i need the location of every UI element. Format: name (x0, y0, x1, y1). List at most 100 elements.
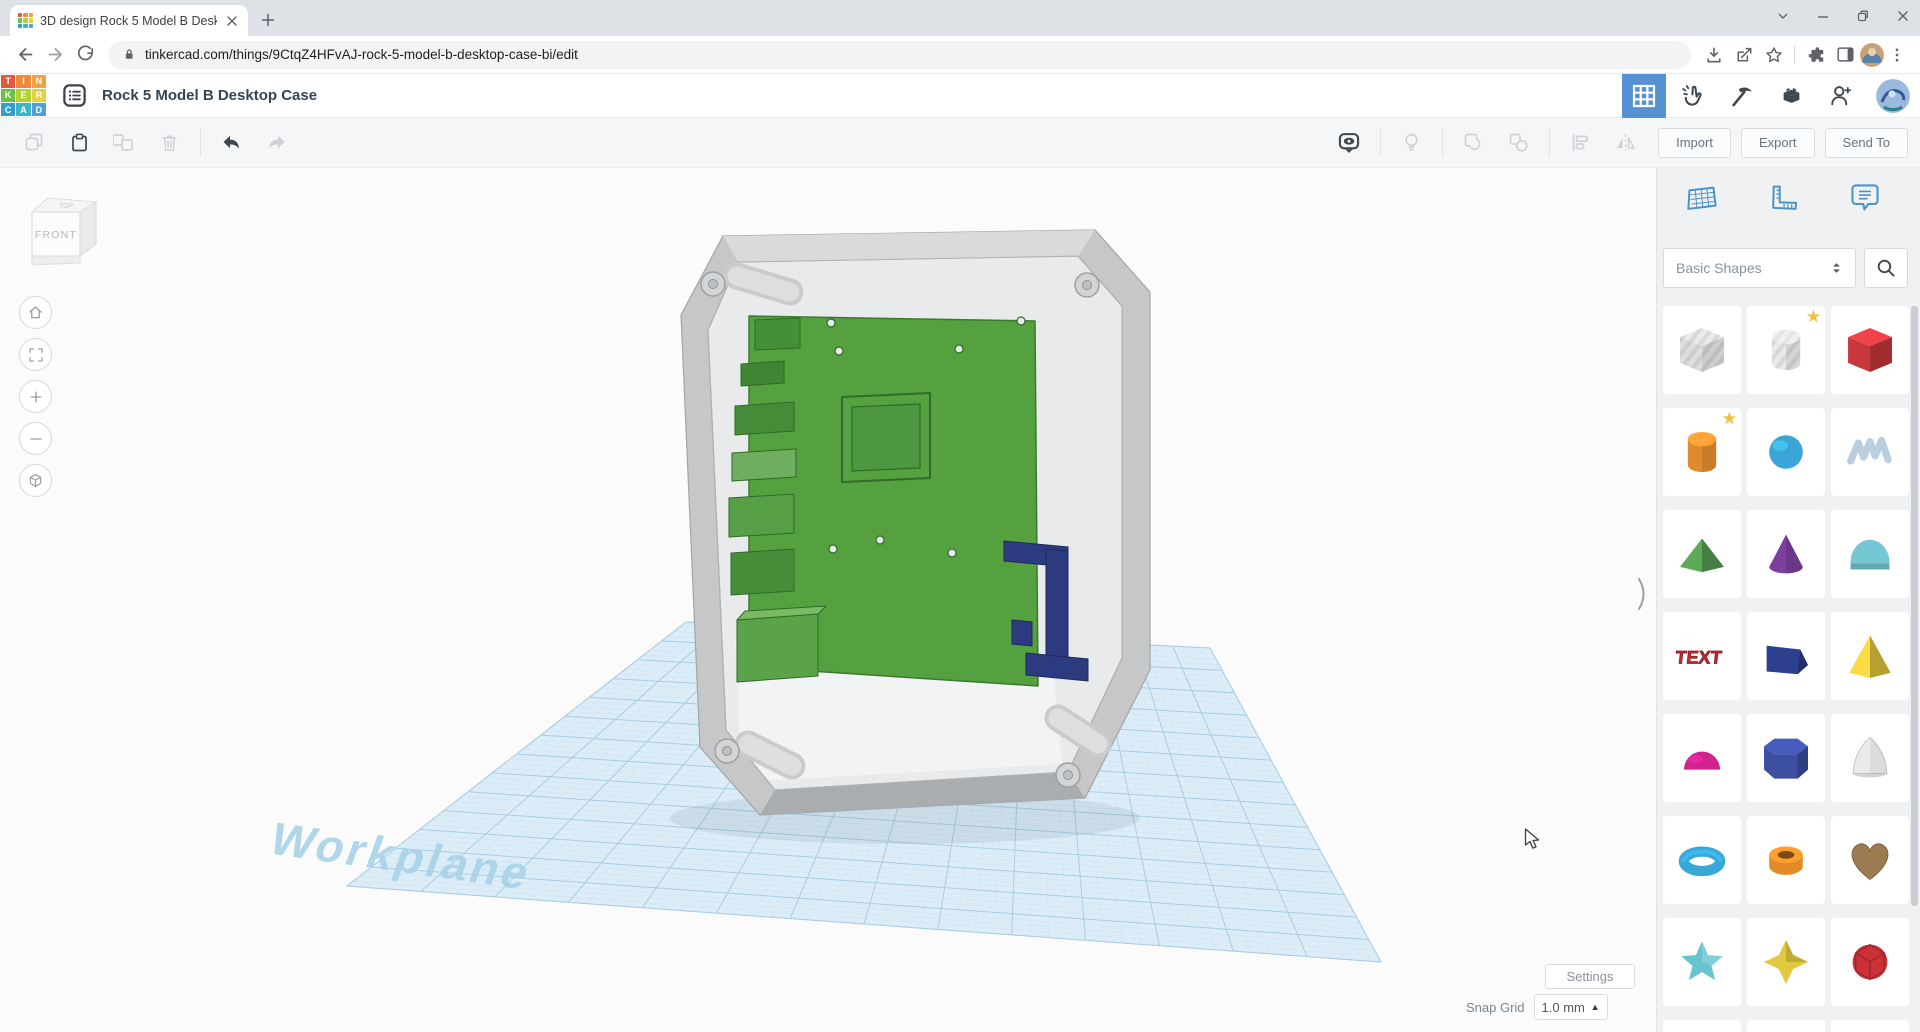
duplicate-icon[interactable] (113, 131, 136, 154)
group-icon[interactable] (1462, 131, 1485, 154)
fit-view-button[interactable] (19, 338, 52, 371)
export-button[interactable]: Export (1741, 128, 1815, 158)
sim-lab-icon[interactable] (1666, 74, 1716, 118)
align-icon[interactable] (1569, 131, 1592, 154)
workplane-tool-icon[interactable] (1684, 180, 1720, 216)
address-bar[interactable]: tinkercad.com/things/9CtqZ4HFvAJ-rock-5-… (108, 41, 1691, 69)
shape-tile-cube[interactable] (1663, 306, 1741, 394)
shape-tile-blank[interactable] (1747, 1020, 1825, 1032)
shape-tile-hexprism[interactable] (1747, 714, 1825, 802)
collaborate-person-icon[interactable] (1816, 74, 1866, 118)
shape-category-value: Basic Shapes (1676, 260, 1762, 276)
shape-category-dropdown[interactable]: Basic Shapes (1663, 248, 1856, 288)
bookmark-star-icon[interactable] (1759, 44, 1789, 66)
shape-thumb-icon (1671, 829, 1733, 891)
shape-tile-roof[interactable] (1663, 510, 1741, 598)
notes-tool-icon[interactable] (1847, 180, 1883, 216)
window-restore-icon[interactable] (1856, 9, 1870, 23)
shape-tile-cylinder[interactable]: ★ (1747, 306, 1825, 394)
share-icon[interactable] (1729, 44, 1759, 66)
3d-design-mode-button[interactable] (1622, 74, 1666, 118)
new-tab-button[interactable] (260, 12, 276, 28)
download-icon[interactable] (1699, 44, 1729, 66)
snap-grid-value: 1.0 mm (1542, 1000, 1585, 1015)
shape-tile-star5[interactable] (1663, 918, 1741, 1006)
shape-thumb-icon (1839, 829, 1901, 891)
zoom-in-button[interactable] (19, 380, 52, 413)
shape-thumb-icon (1755, 931, 1817, 993)
shape-tile-star4[interactable] (1747, 918, 1825, 1006)
shape-tile-scribble[interactable] (1831, 408, 1909, 496)
tinkercad-favicon-icon (18, 13, 33, 28)
mirror-icon[interactable] (1614, 131, 1637, 154)
shape-tile-blank[interactable] (1831, 1020, 1909, 1032)
browser-forward-icon[interactable] (40, 43, 70, 66)
shape-tile-halfsphere[interactable] (1663, 714, 1741, 802)
perspective-toggle-button[interactable] (19, 464, 52, 497)
shape-tile-tube[interactable] (1747, 816, 1825, 904)
shape-tile-text[interactable]: TEXT (1663, 612, 1741, 700)
browser-menu-dots-icon[interactable] (1884, 45, 1910, 65)
home-view-button[interactable] (19, 296, 52, 329)
shape-tile-sphere[interactable] (1747, 408, 1825, 496)
svg-text:TEXT: TEXT (1674, 648, 1722, 668)
snap-grid-select[interactable]: 1.0 mm ▲ (1534, 994, 1608, 1020)
shape-tile-cone[interactable] (1747, 510, 1825, 598)
ungroup-icon[interactable] (1507, 131, 1530, 154)
copy-icon[interactable] (23, 131, 46, 154)
shape-tile-paraboloid[interactable] (1831, 714, 1909, 802)
window-close-icon[interactable] (1896, 9, 1910, 23)
padlock-icon (120, 45, 138, 64)
shape-tile-roundroof[interactable] (1831, 510, 1909, 598)
undo-icon[interactable] (220, 131, 243, 154)
3d-viewport[interactable]: Workplane (0, 168, 1656, 1032)
lightbulb-icon[interactable] (1400, 131, 1423, 154)
extensions-puzzle-icon[interactable] (1800, 44, 1830, 65)
shape-tile-heart[interactable] (1831, 816, 1909, 904)
tinkercad-logo[interactable]: TINKERCAD (0, 74, 47, 118)
browser-tab-strip: 3D design Rock 5 Model B Deskt (0, 0, 1920, 36)
view-cube-front-label: FRONT (35, 229, 77, 241)
design-title[interactable]: Rock 5 Model B Desktop Case (102, 87, 317, 104)
browser-back-icon[interactable] (10, 43, 40, 66)
shape-tile-cylinder[interactable]: ★ (1663, 408, 1741, 496)
side-panel-icon[interactable] (1830, 44, 1860, 65)
shape-tile-blank[interactable] (1663, 1020, 1741, 1032)
delete-icon[interactable] (158, 131, 181, 154)
panel-scrollbar[interactable] (1911, 306, 1918, 906)
browser-reload-icon[interactable] (70, 43, 100, 66)
shape-tile-wedge[interactable] (1747, 612, 1825, 700)
redo-icon[interactable] (265, 131, 288, 154)
window-minimize-icon[interactable] (1816, 9, 1830, 23)
ruler-tool-icon[interactable] (1765, 180, 1801, 216)
browser-profile-avatar[interactable] (1860, 43, 1884, 67)
tab-title: 3D design Rock 5 Model B Deskt (40, 14, 217, 28)
scene-canvas[interactable]: Workplane (0, 168, 1656, 1032)
settings-button[interactable]: Settings (1545, 964, 1635, 989)
window-menu-chevron-icon[interactable] (1776, 9, 1790, 23)
shape-thumb-icon (1671, 931, 1733, 993)
shape-tile-icosphere[interactable] (1831, 918, 1909, 1006)
featured-star-icon: ★ (1722, 409, 1737, 429)
show-all-icon[interactable] (1337, 131, 1361, 155)
design-properties-button[interactable] (61, 82, 88, 109)
paste-icon[interactable] (68, 131, 91, 154)
pcb-model[interactable] (729, 316, 1038, 686)
lego-brick-icon[interactable] (1766, 74, 1816, 118)
import-button[interactable]: Import (1658, 128, 1731, 158)
snap-grid-caret-icon: ▲ (1591, 1002, 1600, 1012)
minecraft-pickaxe-icon[interactable] (1716, 74, 1766, 118)
tab-close-icon[interactable] (224, 13, 240, 29)
send-to-button[interactable]: Send To (1825, 128, 1908, 158)
account-avatar[interactable] (1876, 79, 1910, 113)
toolbar-divider (1442, 129, 1443, 157)
editor-toolbar: Import Export Send To (0, 118, 1920, 168)
shape-tile-cube[interactable] (1831, 306, 1909, 394)
browser-tab[interactable]: 3D design Rock 5 Model B Deskt (10, 5, 248, 36)
shape-tile-torus[interactable] (1663, 816, 1741, 904)
zoom-out-button[interactable] (19, 422, 52, 455)
panel-collapse-chevron-icon[interactable] (1636, 576, 1650, 612)
search-shapes-button[interactable] (1864, 248, 1908, 288)
view-cube[interactable]: TOP FRONT (22, 190, 106, 274)
shape-tile-pyramid[interactable] (1831, 612, 1909, 700)
